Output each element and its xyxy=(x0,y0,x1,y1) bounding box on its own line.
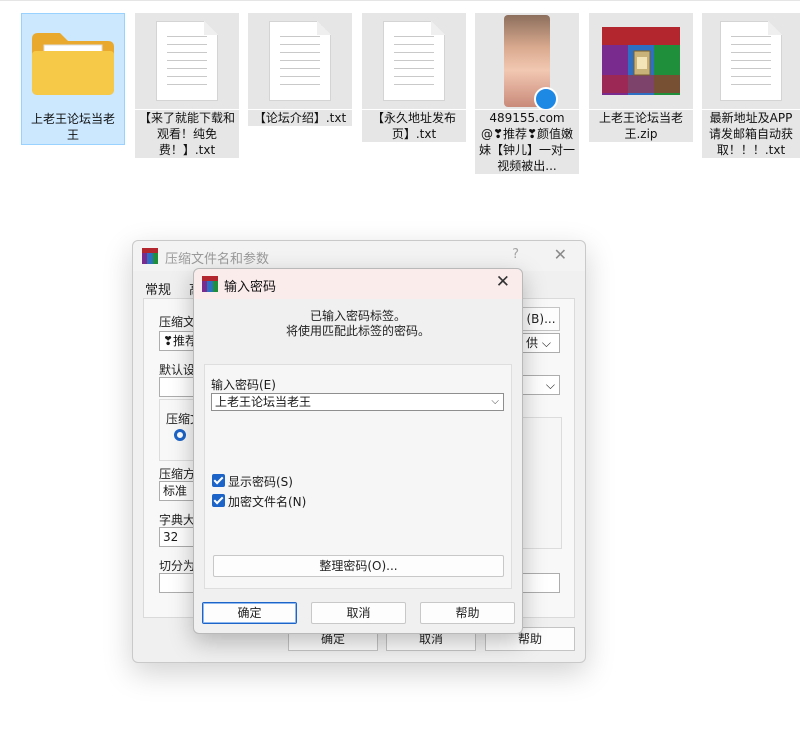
text-file-icon xyxy=(362,13,466,109)
message-line-1: 已输入密码标签。 xyxy=(309,309,406,323)
file-name: 【论坛介绍】.txt xyxy=(248,110,352,126)
file-name: 上老王论坛当老王 xyxy=(30,112,115,142)
format-radio[interactable] xyxy=(174,429,186,441)
password-input[interactable]: 上老王论坛当老王 ⌵ xyxy=(211,393,504,411)
profile-select[interactable]: 供 ⌵ xyxy=(522,333,560,353)
password-label: 输入密码(E) xyxy=(211,378,276,392)
winrar-icon xyxy=(142,248,158,267)
show-password-label[interactable]: 显示密码(S) xyxy=(228,473,293,490)
file-item-txt-download[interactable]: 【来了就能下载和观看！纯免费！】.txt xyxy=(135,13,239,158)
encrypt-filenames-label[interactable]: 加密文件名(N) xyxy=(228,493,306,510)
video-thumbnail xyxy=(475,13,579,111)
close-icon[interactable]: ✕ xyxy=(554,245,567,264)
text-file-icon xyxy=(702,13,800,109)
default-settings-label: 默认设 xyxy=(159,363,196,377)
file-item-txt-intro[interactable]: 【论坛介绍】.txt xyxy=(248,13,352,129)
sync-icon xyxy=(534,87,558,111)
file-name: 【永久地址发布页】.txt xyxy=(362,110,466,142)
archive-dialog-titlebar: 压缩文件名和参数 ? ✕ xyxy=(133,241,585,271)
message-line-2: 将使用匹配此标签的密码。 xyxy=(285,324,430,338)
file-name: 489155.com@❣推荐❣颜值嫩妹【钟儿】一对一视频被出... xyxy=(475,110,579,174)
file-item-video[interactable]: 489155.com@❣推荐❣颜值嫩妹【钟儿】一对一视频被出... xyxy=(475,13,579,177)
chevron-down-icon[interactable]: ⌵ xyxy=(522,375,560,395)
help-icon[interactable]: ? xyxy=(512,247,519,262)
top-divider xyxy=(0,0,800,6)
ok-button[interactable]: 确定 xyxy=(202,602,297,624)
file-item-txt-latest[interactable]: 最新地址及APP请发邮箱自动获取！！！.txt xyxy=(702,13,800,161)
archive-name-label: 压缩文 xyxy=(159,315,196,329)
profile-value: 供 xyxy=(526,336,539,350)
text-file-icon xyxy=(135,13,239,109)
password-dialog: 输入密码 ✕ 已输入密码标签。 将使用匹配此标签的密码。 输入密码(E) 上老王… xyxy=(193,268,523,634)
folder-icon xyxy=(22,14,124,110)
close-icon[interactable]: ✕ xyxy=(496,272,510,292)
winrar-archive-icon xyxy=(589,13,693,109)
cancel-button[interactable]: 取消 xyxy=(311,602,406,624)
show-password-checkbox[interactable] xyxy=(212,474,225,487)
tab-general[interactable]: 常规 xyxy=(145,279,171,298)
password-value: 上老王论坛当老王 xyxy=(215,395,312,409)
file-name: 最新地址及APP请发邮箱自动获取！！！.txt xyxy=(702,110,800,158)
chevron-down-icon[interactable]: ⌵ xyxy=(491,394,499,410)
encrypt-filenames-checkbox[interactable] xyxy=(212,494,225,507)
file-name: 【来了就能下载和观看！纯免费！】.txt xyxy=(135,110,239,158)
organize-passwords-button[interactable]: 整理密码(O)... xyxy=(213,555,504,577)
password-dialog-title: 输入密码 xyxy=(224,280,277,295)
browse-button[interactable]: (B)... xyxy=(522,307,560,331)
file-name: 上老王论坛当老王.zip xyxy=(589,110,693,142)
winrar-icon xyxy=(202,276,218,295)
help-button[interactable]: 帮助 xyxy=(420,602,515,624)
file-item-folder[interactable]: 上老王论坛当老王 xyxy=(21,13,125,145)
password-message: 已输入密码标签。 将使用匹配此标签的密码。 xyxy=(194,309,522,339)
archive-dialog-title: 压缩文件名和参数 xyxy=(165,252,270,267)
file-item-zip[interactable]: 上老王论坛当老王.zip xyxy=(589,13,693,145)
password-dialog-titlebar: 输入密码 ✕ xyxy=(194,269,522,299)
text-file-icon xyxy=(248,13,352,109)
method-label: 压缩方 xyxy=(159,467,196,481)
file-item-txt-address[interactable]: 【永久地址发布页】.txt xyxy=(362,13,466,145)
split-unit-field[interactable] xyxy=(522,573,560,593)
options-group xyxy=(522,417,562,549)
